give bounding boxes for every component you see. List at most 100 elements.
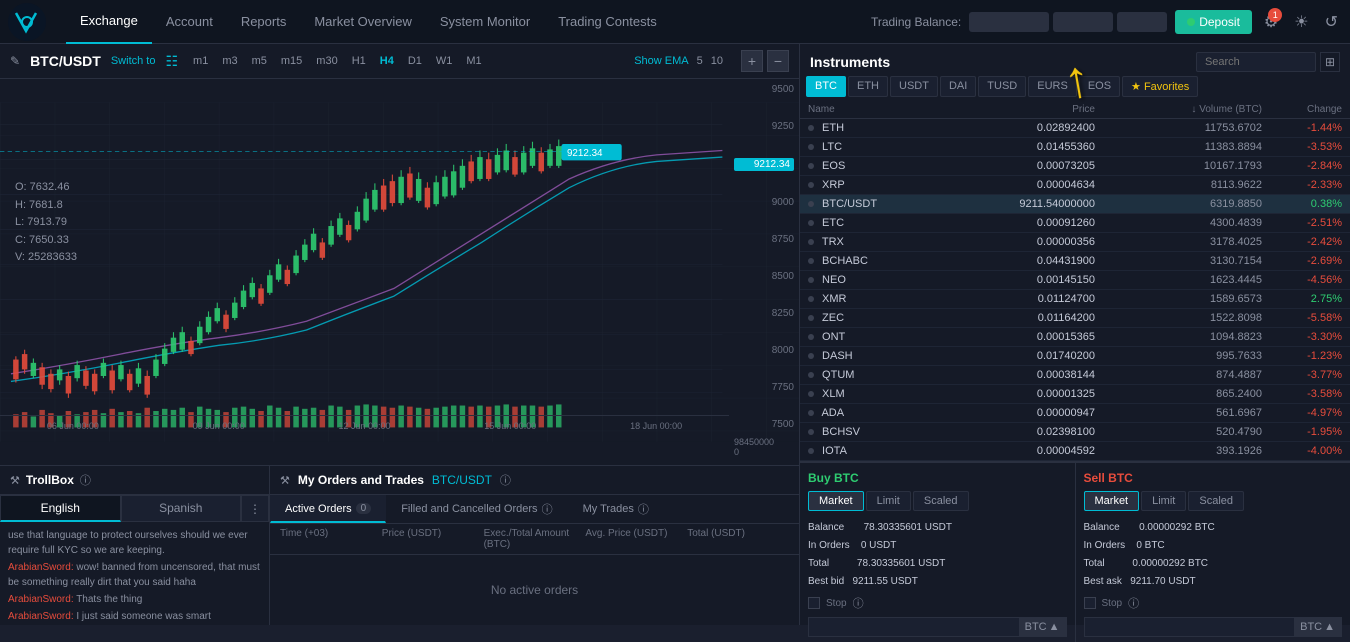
sell-stop-checkbox[interactable] [1084,597,1096,609]
coin-tab-btc[interactable]: BTC [806,76,846,97]
grid-view-button[interactable]: ⊞ [1320,52,1340,72]
table-row[interactable]: LTC 0.01455360 11383.8894 -3.53% [800,138,1350,157]
table-row[interactable]: NEO 0.00145150 1623.4445 -4.56% [800,271,1350,290]
filled-orders-info[interactable]: ⓘ [542,501,553,517]
inst-dot [808,125,814,131]
chart-type-icon[interactable]: ☷ [165,53,178,70]
trollbox-info-icon[interactable]: ⓘ [80,472,91,488]
nav-account[interactable]: Account [152,0,227,44]
tf-m1[interactable]: m1 [188,53,213,69]
table-row[interactable]: EOS 0.00073205 10167.1793 -2.84% [800,157,1350,176]
table-row[interactable]: BCHSV 0.02398100 520.4790 -1.95% [800,423,1350,442]
table-row[interactable]: TRX 0.00000356 3178.4025 -2.42% [800,233,1350,252]
table-row[interactable]: ONT 0.00015365 1094.8823 -3.30% [800,328,1350,347]
inst-price: 0.00004634 [928,179,1095,191]
inst-name: NEO [808,274,928,286]
tf-m3[interactable]: m3 [217,53,242,69]
buy-stop-info[interactable]: ⓘ [853,595,864,611]
coin-tab-tusd[interactable]: TUSD [978,76,1026,97]
chart-area[interactable]: O: 7632.46 H: 7681.8 L: 7913.79 C: 7650.… [0,79,799,465]
sell-best-ask-row: Best ask 9211.70 USDT [1084,573,1343,591]
buy-in-orders-row: In Orders 0 USDT [808,537,1067,555]
sell-best-ask-label: Best ask [1084,576,1122,587]
table-row[interactable]: XMR 0.01124700 1589.6573 2.75% [800,290,1350,309]
table-row[interactable]: BTC/USDT 9211.54000000 6319.8850 0.38% [800,195,1350,214]
zoom-out-button[interactable]: − [767,50,789,72]
zoom-in-button[interactable]: + [741,50,763,72]
table-row[interactable]: ZEC 0.01164200 1522.8098 -5.58% [800,309,1350,328]
buy-amount-input[interactable] [809,618,1019,636]
tf-m5[interactable]: m5 [247,53,272,69]
nav-exchange[interactable]: Exchange [66,0,152,44]
nav-market-overview[interactable]: Market Overview [300,0,426,44]
buy-scaled-tab[interactable]: Scaled [913,491,969,511]
tf-d1[interactable]: D1 [403,53,427,69]
coin-tab-eos[interactable]: EOS [1079,76,1120,97]
inst-dot [808,163,814,169]
table-row[interactable]: XLM 0.00001325 865.2400 -3.58% [800,385,1350,404]
coin-tab-usdt[interactable]: USDT [890,76,938,97]
lang-tab-spanish[interactable]: Spanish [121,495,242,522]
table-row[interactable]: ETC 0.00091260 4300.4839 -2.51% [800,214,1350,233]
refresh-button[interactable]: ↺ [1321,8,1342,36]
inst-price: 9211.54000000 [928,198,1095,210]
inst-vol: 520.4790 [1095,426,1262,438]
nav-system-monitor[interactable]: System Monitor [426,0,544,44]
ema-label[interactable]: Show EMA [634,55,688,67]
tf-h1[interactable]: H1 [347,53,371,69]
orders-tab-trades[interactable]: My Trades ⓘ [568,495,664,523]
tf-m15[interactable]: m15 [276,53,307,69]
my-trades-info[interactable]: ⓘ [638,501,649,517]
nav-reports[interactable]: Reports [227,0,301,44]
orders-tab-active[interactable]: Active Orders 0 [270,495,386,523]
col-avg-price: Avg. Price (USDT) [585,528,687,550]
orders-icon: ⚒ [280,474,290,487]
lang-menu-button[interactable]: ⋮ [241,495,269,522]
sell-stop-info[interactable]: ⓘ [1128,595,1139,611]
coin-tab-eurs[interactable]: EURS [1028,76,1077,97]
tf-m1b[interactable]: M1 [461,53,486,69]
inst-vol: 11383.8894 [1095,141,1262,153]
coin-tab-favorites[interactable]: ★ Favorites [1122,76,1198,97]
tf-h4[interactable]: H4 [375,53,399,69]
orders-info-icon[interactable]: ⓘ [500,472,511,488]
buy-stop-checkbox[interactable] [808,597,820,609]
inst-vol: 11753.6702 [1095,122,1262,134]
theme-button[interactable]: ☀ [1290,8,1312,36]
tf-w1[interactable]: W1 [431,53,458,69]
logo[interactable] [8,3,46,41]
buy-limit-tab[interactable]: Limit [866,491,911,511]
coin-tab-eth[interactable]: ETH [848,76,888,97]
sell-limit-tab[interactable]: Limit [1141,491,1186,511]
inst-dot [808,315,814,321]
deposit-button[interactable]: Deposit [1175,10,1252,34]
settings-button[interactable]: ⚙ 1 [1260,8,1282,36]
buy-market-tab[interactable]: Market [808,491,864,511]
inst-change: -3.30% [1262,331,1342,343]
table-row[interactable]: BCHABC 0.04431900 3130.7154 -2.69% [800,252,1350,271]
sell-amount-unit: BTC ▲ [1294,618,1341,636]
switch-to-label[interactable]: Switch to [111,55,156,67]
table-row[interactable]: IOTA 0.00004592 393.1926 -4.00% [800,442,1350,461]
inst-price: 0.00000947 [928,407,1095,419]
ema-val1[interactable]: 5 [697,55,703,67]
nav-trading-contests[interactable]: Trading Contests [544,0,671,44]
tf-m30[interactable]: m30 [311,53,342,69]
sell-in-orders-row: In Orders 0 BTC [1084,537,1343,555]
table-row[interactable]: DASH 0.01740200 995.7633 -1.23% [800,347,1350,366]
sell-balance-label: Balance [1084,522,1120,533]
inst-name: ZEC [808,312,928,324]
sell-market-tab[interactable]: Market [1084,491,1140,511]
table-row[interactable]: XRP 0.00004634 8113.9622 -2.33% [800,176,1350,195]
table-row[interactable]: ADA 0.00000947 561.6967 -4.97% [800,404,1350,423]
orders-tab-filled[interactable]: Filled and Cancelled Orders ⓘ [386,495,567,523]
table-row[interactable]: QTUM 0.00038144 874.4887 -3.77% [800,366,1350,385]
inst-dot [808,334,814,340]
table-row[interactable]: ETH 0.02892400 11753.6702 -1.44% [800,119,1350,138]
ema-val2[interactable]: 10 [711,55,723,67]
instruments-search[interactable] [1196,52,1316,72]
sell-scaled-tab[interactable]: Scaled [1188,491,1244,511]
coin-tab-dai[interactable]: DAI [940,76,976,97]
sell-amount-input[interactable] [1085,618,1295,636]
lang-tab-english[interactable]: English [0,495,121,522]
